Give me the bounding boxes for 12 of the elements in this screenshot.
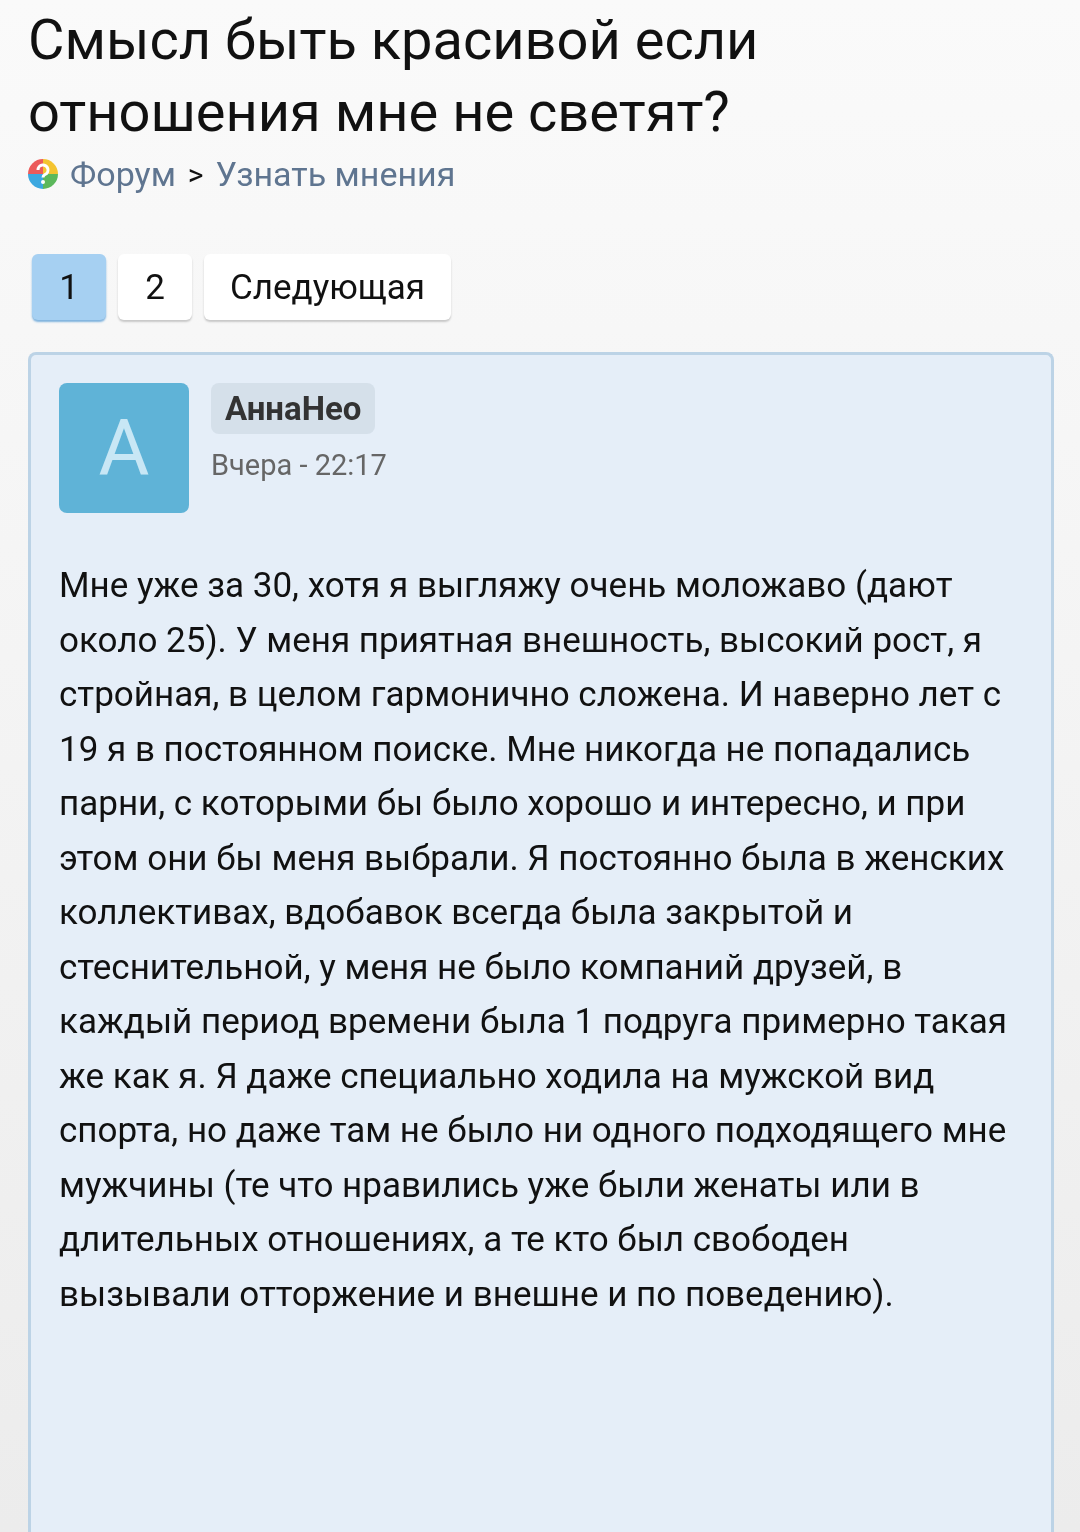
post-time: Вчера - 22:17 [211, 448, 387, 482]
help-icon [28, 159, 58, 189]
breadcrumb-link[interactable]: Узнать мнения [215, 154, 456, 194]
author-name[interactable]: АннаНео [211, 383, 376, 434]
page-button[interactable]: 2 [118, 254, 192, 320]
page-button[interactable]: 1 [32, 254, 106, 320]
page-button[interactable]: Следующая [204, 254, 452, 320]
breadcrumb-link[interactable]: Форум [70, 154, 176, 194]
avatar: А [59, 383, 189, 513]
post-text: Мне уже за 30, хотя я выгляжу очень моложаво (дают около 25). У меня приятная внешность, высокий рост, я стройная, в целом гармонично сложена. И наверно лет с 19 я в постоянном поиске. Мне никогда не попадались парни, с которыми бы было хорошо и интересно, и при этом они бы меня выбрали. Я постоянно была в женских коллективах, вдобавок всегда была закрытой и стеснительной, у меня не было компаний друзей, в каждый период времени была 1 подруга примерно такая же как я. Я даже специально ходила на мужской вид спорта, но даже там не было ни одного подходящего мне мужчины (те что нравились уже были женаты или в длительных отношениях, а те кто был свободен вызывали отторжение и внешне и по поведению). [59, 564, 1009, 1317]
breadcrumb-separator: > [187, 156, 204, 192]
page-title: Смысл быть красивой если отношения мне не светят? [28, 6, 760, 147]
